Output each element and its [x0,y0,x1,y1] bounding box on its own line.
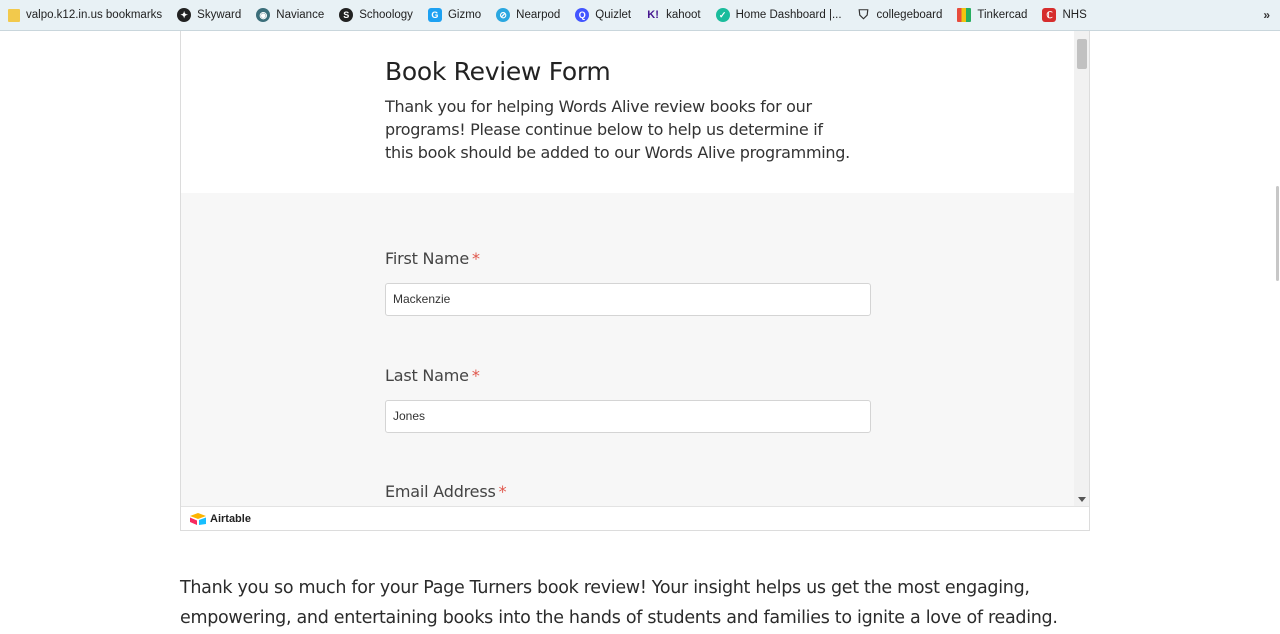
folder-icon [8,8,20,22]
page-scrollbar[interactable] [1274,31,1280,634]
last-name-label: Last Name * [385,366,480,385]
bookmark-label: Naviance [276,9,325,21]
bookmark-label: Quizlet [595,9,632,21]
bookmark-nearpod[interactable]: ⊘ Nearpod [496,8,560,22]
bookmark-gizmo[interactable]: G Gizmo [427,8,482,22]
email-label-text: Email Address [385,482,496,501]
collegeboard-icon: ⛉ [858,7,869,22]
bookmark-kahoot[interactable]: K! kahoot [646,8,701,22]
scroll-down-arrow-icon[interactable] [1078,497,1086,502]
bookmark-label: Skyward [197,9,242,21]
airtable-footer[interactable]: Airtable [181,506,1089,530]
form-header: Book Review Form Thank you for helping W… [181,31,1074,193]
required-asterisk: * [498,482,507,501]
bookmark-skyward[interactable]: ✦ Skyward [177,8,241,22]
bookmark-nhs[interactable]: ℂ NHS [1042,8,1087,22]
bookmark-collegeboard[interactable]: ⛉ collegeboard [857,7,943,22]
required-asterisk: * [471,249,480,268]
kahoot-icon: K! [647,9,659,21]
form-title: Book Review Form [385,57,611,86]
bookmark-label: collegeboard [876,9,943,21]
schoology-icon: S [339,8,354,22]
bookmarks-bar: valpo.k12.in.us bookmarks ✦ Skyward ◉ Navi… [0,0,1280,31]
bookmark-label: kahoot [666,9,701,21]
bookmark-valpo[interactable]: valpo.k12.in.us bookmarks [8,8,163,22]
bookmark-label: Tinkercad [977,9,1028,21]
bookmark-quizlet[interactable]: Q Quizlet [575,8,631,22]
first-name-input[interactable]: Mackenzie [385,283,871,316]
quizlet-icon: Q [575,8,590,22]
bookmark-schoology[interactable]: S Schoology [339,8,413,22]
last-name-input[interactable]: Jones [385,400,871,433]
nhs-icon: ℂ [1042,8,1057,22]
bookmarks-overflow-button[interactable]: » [1263,8,1270,22]
tinkercad-icon [957,8,972,22]
bookmark-label: Home Dashboard |... [735,9,842,21]
form-body: First Name * Mackenzie Last Name * Jones E… [181,193,1074,506]
gizmo-icon: G [427,8,442,22]
form-scrollbar[interactable] [1074,31,1089,506]
last-name-label-text: Last Name [385,366,469,385]
bookmark-label: Schoology [359,9,413,21]
airtable-logo-icon [190,512,206,525]
bookmark-label: Gizmo [447,9,482,21]
nearpod-icon: ⊘ [496,8,511,22]
bookmark-label: valpo.k12.in.us bookmarks [26,9,163,21]
bookmark-tinkercad[interactable]: Tinkercad [957,8,1027,22]
dashboard-icon: ✓ [715,8,730,22]
first-name-label: First Name * [385,249,480,268]
first-name-label-text: First Name [385,249,469,268]
page-scroll-thumb[interactable] [1276,186,1279,281]
skyward-icon: ✦ [177,8,192,22]
airtable-embed-frame: Book Review Form Thank you for helping W… [180,31,1090,531]
bookmark-label: Nearpod [516,9,561,21]
email-label: Email Address * [385,482,507,501]
bookmark-home-dashboard[interactable]: ✓ Home Dashboard |... [715,8,842,22]
form-scroll-thumb[interactable] [1077,39,1087,69]
airtable-brand: Airtable [210,512,251,525]
form-scroll-area: Book Review Form Thank you for helping W… [181,31,1074,506]
form-description: Thank you for helping Words Alive review… [385,97,850,162]
bookmark-label: NHS [1062,9,1087,21]
bookmark-naviance[interactable]: ◉ Naviance [256,8,324,22]
required-asterisk: * [471,366,480,385]
page-thank-you-text: Thank you so much for your Page Turners … [180,578,1058,628]
naviance-icon: ◉ [256,8,271,22]
